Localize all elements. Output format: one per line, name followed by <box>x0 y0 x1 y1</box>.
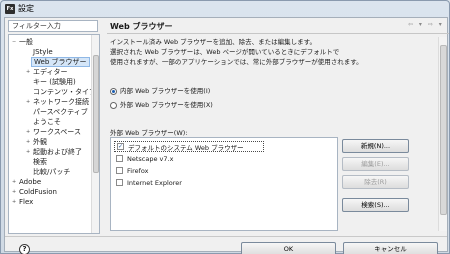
browser-label: Netscape v7.x <box>127 154 174 163</box>
window-title: 設定 <box>18 4 34 13</box>
expand-icon[interactable]: + <box>26 129 30 135</box>
checkbox-icon[interactable] <box>116 155 123 162</box>
preferences-tree[interactable]: − 一般 JStyle Web ブラウザー + エディター キー (試験用) コ… <box>8 34 100 234</box>
tree-item-jstyle[interactable]: JStyle <box>33 47 53 57</box>
description-line: 選択された Web ブラウザーは、Web ページが開いているときにデフォルトで <box>110 48 340 56</box>
checkbox-icon[interactable] <box>116 179 123 186</box>
tree-item-flex[interactable]: Flex <box>19 197 33 207</box>
list-item[interactable]: ✓ デフォルトのシステム Web ブラウザー <box>114 141 264 152</box>
tree-item-content-types[interactable]: コンテンツ・タイプ <box>33 87 96 97</box>
tree-item-general[interactable]: 一般 <box>19 37 33 47</box>
remove-button[interactable]: 除去(R) <box>342 175 409 189</box>
tree-scrollbar[interactable] <box>91 35 99 233</box>
page-scrollbar[interactable] <box>438 37 447 231</box>
page-description: インストール済み Web ブラウザーを追加、除去、または編集します。 選択された… <box>110 37 440 67</box>
checkbox-checked-icon[interactable]: ✓ <box>117 143 124 150</box>
footer-divider <box>5 236 447 237</box>
tree-item-perspectives[interactable]: パースペクティブ <box>33 107 88 117</box>
tree-item-adobe[interactable]: Adobe <box>19 177 41 187</box>
tree-item-web-browser[interactable]: Web ブラウザー <box>31 57 90 67</box>
tree-item-workspace[interactable]: ワークスペース <box>33 127 81 137</box>
list-item[interactable]: Firefox <box>114 165 264 176</box>
expand-icon[interactable]: + <box>12 179 16 185</box>
tree-item-network[interactable]: ネットワーク接続 <box>33 97 89 107</box>
tree-item-startup[interactable]: 起動および終了 <box>33 147 82 157</box>
browser-label: Internet Explorer <box>127 178 182 187</box>
tree-item-welcome[interactable]: ようこそ <box>33 117 61 127</box>
new-button[interactable]: 新規(N)... <box>342 139 409 153</box>
title-divider <box>107 33 449 34</box>
expand-icon[interactable]: + <box>12 189 16 195</box>
filter-input[interactable]: フィルター入力 <box>8 20 98 32</box>
external-browsers-label: 外部 Web ブラウザー(W): <box>110 129 188 137</box>
tree-item-appearance[interactable]: 外観 <box>33 137 47 147</box>
tree-item-compare[interactable]: 比較/パッチ <box>33 167 70 177</box>
help-icon[interactable]: ? <box>19 244 30 254</box>
radio-external-browser[interactable]: 外部 Web ブラウザーを使用(X) <box>110 100 213 110</box>
scroll-thumb[interactable] <box>440 45 447 215</box>
cancel-button[interactable]: キャンセル <box>343 242 438 254</box>
description-line: 使用されますが、一部のアプリケーションでは、常に外部ブラウザーが使用されます。 <box>110 58 363 66</box>
preferences-window: Fx 設定 フィルター入力 − 一般 JStyle Web ブラウザー + エデ… <box>0 0 450 254</box>
ok-button[interactable]: OK <box>241 242 336 254</box>
scroll-thumb[interactable] <box>93 55 99 173</box>
browser-label: Firefox <box>127 166 149 175</box>
edit-button[interactable]: 編集(E)... <box>342 157 409 171</box>
radio-internal-browser[interactable]: 内部 Web ブラウザーを使用(I) <box>110 86 210 96</box>
radio-internal-label: 内部 Web ブラウザーを使用(I) <box>120 87 211 95</box>
tree-item-keys[interactable]: キー (試験用) <box>33 77 76 87</box>
browser-label: デフォルトのシステム Web ブラウザー <box>128 143 244 152</box>
app-icon: Fx <box>5 4 15 14</box>
expand-icon[interactable]: + <box>26 99 30 105</box>
tree-item-editor[interactable]: エディター <box>33 67 68 77</box>
title-bar[interactable]: Fx 設定 <box>1 1 450 17</box>
expand-icon[interactable]: + <box>26 149 30 155</box>
collapse-icon[interactable]: − <box>12 39 16 45</box>
browser-list[interactable]: ✓ デフォルトのシステム Web ブラウザー Netscape v7.x Fir… <box>110 137 338 231</box>
dialog-client-area: フィルター入力 − 一般 JStyle Web ブラウザー + エディター キー… <box>4 17 449 254</box>
nav-arrows-icon[interactable]: ⇦ ▾ ⇨ ▾ <box>408 21 444 28</box>
tree-item-coldfusion[interactable]: ColdFusion <box>19 187 57 197</box>
radio-unselected-icon[interactable] <box>110 101 117 109</box>
tree-item-search[interactable]: 検索 <box>33 157 47 167</box>
expand-icon[interactable]: + <box>12 199 16 205</box>
expand-icon[interactable]: + <box>26 69 30 75</box>
list-item[interactable]: Netscape v7.x <box>114 153 264 164</box>
checkbox-icon[interactable] <box>116 167 123 174</box>
radio-selected-icon[interactable] <box>110 87 117 95</box>
radio-external-label: 外部 Web ブラウザーを使用(X) <box>120 101 213 109</box>
search-button[interactable]: 検索(S)... <box>342 198 409 212</box>
expand-icon[interactable]: + <box>26 139 30 145</box>
page-title: Web ブラウザー <box>110 22 173 31</box>
description-line: インストール済み Web ブラウザーを追加、除去、または編集します。 <box>110 38 317 46</box>
list-item[interactable]: Internet Explorer <box>114 177 264 188</box>
